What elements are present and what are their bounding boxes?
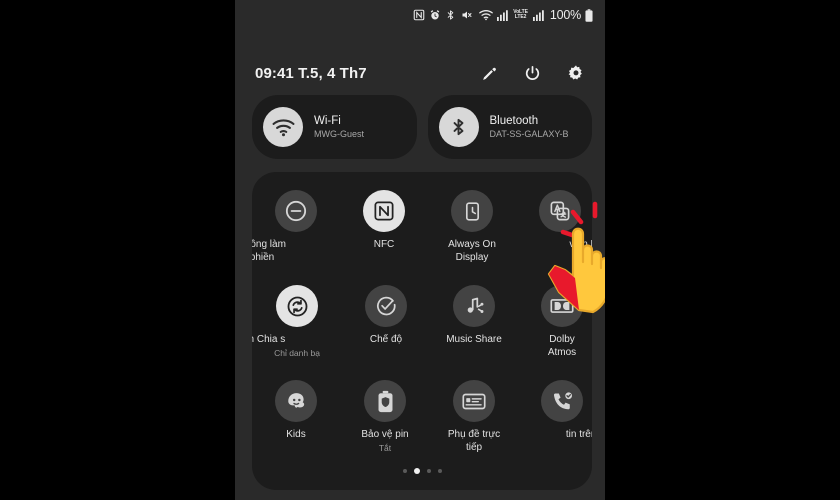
kids-mode-icon [275,380,317,422]
tile-label: Phụ đề trực tiếp [447,429,501,453]
power-icon[interactable] [524,65,541,82]
bluetooth-icon [445,9,456,21]
tile-label: NFC [373,239,395,250]
tile-translate[interactable]: viền Phiê [516,190,592,285]
tile-label: Music Share [446,334,502,345]
quick-settings-panel: Không làm phiền NFC Always On Display [252,172,592,490]
edit-icon[interactable] [481,65,498,82]
tile-sublabel: Chỉ danh bạ [274,347,320,358]
page-dot[interactable] [402,469,407,473]
tile-smart-view-share[interactable]: inh Chia s Chỉ danh bạ [252,285,342,380]
page-dot[interactable] [437,469,442,473]
tile-label: viền Phiê [569,239,592,250]
tile-kids-mode[interactable]: Kids [252,380,340,475]
nfc-icon [413,9,425,21]
screenshot-stage: VoLTE LTE2 100% 09:41 T.5, 4 Th7 Wi-Fi M… [0,0,840,500]
tile-label: tin trên thiết [565,429,592,440]
page-indicator [252,468,592,474]
tile-label: Không làm phiền [252,239,286,263]
do-not-disturb-icon [275,190,317,232]
volte-bottom-text: LTE2 [514,14,527,20]
tile-driving-mode[interactable]: Chế độ [342,285,430,380]
music-share-icon [453,285,495,327]
bluetooth-pill-title: Bluetooth [489,114,539,127]
header-icon-group [481,64,585,82]
wifi-pill-text: Wi-Fi MWG-Guest [314,114,364,141]
tile-do-not-disturb[interactable]: Không làm phiền [252,190,340,285]
tile-label: Always On Display [448,239,496,263]
settings-icon[interactable] [567,64,585,82]
alarm-icon [429,9,441,21]
call-on-device-icon [541,380,583,422]
mute-icon [460,9,473,21]
connectivity-pill-row: Wi-Fi MWG-Guest Bluetooth DAT-SS-GALAXY-… [252,95,592,159]
nfc-icon [363,190,405,232]
signal2-icon [532,9,544,21]
quick-settings-row: Không làm phiền NFC Always On Display [252,190,592,285]
wifi-icon [479,9,494,21]
tile-music-share[interactable]: Music Share [430,285,518,380]
quick-settings-row: inh Chia s Chỉ danh bạ Chế độ [252,285,592,380]
always-on-display-icon [451,190,493,232]
wifi-pill-title: Wi-Fi [314,114,341,127]
live-caption-icon [453,380,495,422]
battery-percent-label: 100% [549,8,581,22]
phone-screen: VoLTE LTE2 100% 09:41 T.5, 4 Th7 Wi-Fi M… [235,0,605,500]
bluetooth-icon [438,107,479,147]
tile-sublabel: Tắt [378,442,392,453]
tile-label: Chế độ [369,334,403,345]
status-bar: VoLTE LTE2 100% [235,0,605,30]
translate-icon [539,190,581,232]
tile-label: Bảo vệ pin [361,429,409,440]
wifi-pill-subtitle: MWG-Guest [314,128,365,139]
bluetooth-pill-text: Bluetooth DAT-SS-GALAXY-B [490,114,569,141]
tile-call-on-device[interactable]: tin trên thiết [518,380,592,475]
tile-battery-protect[interactable]: Bảo vệ pin Tắt [340,380,430,475]
wifi-pill[interactable]: Wi-Fi MWG-Guest [252,95,417,159]
tile-label: Kids [286,429,306,440]
bluetooth-pill[interactable]: Bluetooth DAT-SS-GALAXY-B [427,95,592,159]
page-dot-active[interactable] [413,468,420,474]
smart-view-share-icon [276,285,318,327]
clock-date-label: 09:41 T.5, 4 Th7 [255,64,367,82]
tile-live-caption[interactable]: Phụ đề trực tiếp [430,380,518,475]
panel-header: 09:41 T.5, 4 Th7 [235,56,605,90]
tile-always-on-display[interactable]: Always On Display [428,190,516,285]
battery-protect-icon [364,380,406,422]
signal-icon [497,9,509,21]
tile-dolby-atmos[interactable]: Dolby Atmos [518,285,592,380]
tile-label: Dolby Atmos [547,334,577,358]
tile-label: inh Chia s [252,334,286,345]
tile-nfc[interactable]: NFC [340,190,428,285]
volte-icon: VoLTE LTE2 [513,10,528,20]
driving-mode-icon [365,285,407,327]
bluetooth-pill-subtitle: DAT-SS-GALAXY-B [489,128,569,139]
page-dot[interactable] [426,469,431,473]
dolby-atmos-icon [541,285,583,327]
battery-icon [585,8,593,22]
wifi-icon [263,107,303,147]
quick-settings-row: Kids Bảo vệ pin Tắt Phụ đề trực tiếp tin… [252,380,592,475]
